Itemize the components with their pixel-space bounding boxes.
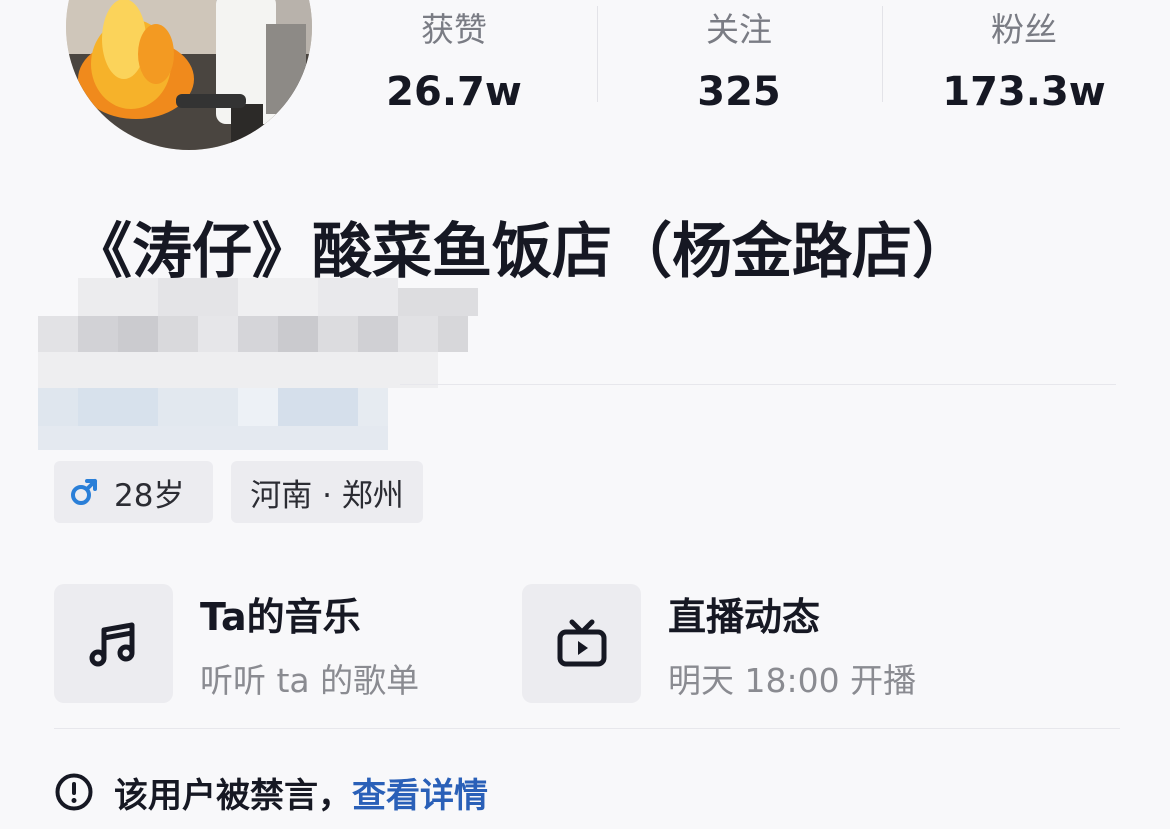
gender-age-tag: 28岁 [54,461,213,523]
music-note-icon [89,622,134,666]
location-label: 河南 · 郑州 [250,477,404,514]
location-tag: 河南 · 郑州 [231,461,423,523]
music-card-icon-box[interactable] [54,584,173,703]
live-card-icon-box[interactable] [522,584,641,703]
male-icon [71,479,97,505]
section-divider [400,384,1116,385]
view-details-link[interactable]: 查看详情 [352,768,488,817]
age-label: 28岁 [114,477,185,514]
stat-likes-label: 获赞 [421,10,487,49]
notice-text: 该用户被禁言， [114,775,352,816]
redacted-bio [38,278,498,453]
stat-following-label: 关注 [706,10,772,49]
mute-notice: 该用户被禁言， 查看详情 [54,764,488,820]
live-card-title[interactable]: 直播动态 [668,592,820,642]
avatar[interactable] [66,0,312,150]
stat-followers-label: 粉丝 [991,10,1057,49]
alert-circle-icon [55,773,93,811]
stat-followers-value: 173.3w [942,69,1106,115]
music-card-subtitle: 听听 ta 的歌单 [200,661,420,700]
tv-icon [557,619,606,666]
avatar-image [66,0,312,150]
live-card-subtitle: 明天 18:00 开播 [668,661,917,700]
section-divider [54,728,1120,729]
stat-following-value: 325 [697,69,781,115]
music-card-title[interactable]: Ta的音乐 [200,592,361,642]
stat-likes-value: 26.7w [386,69,522,115]
